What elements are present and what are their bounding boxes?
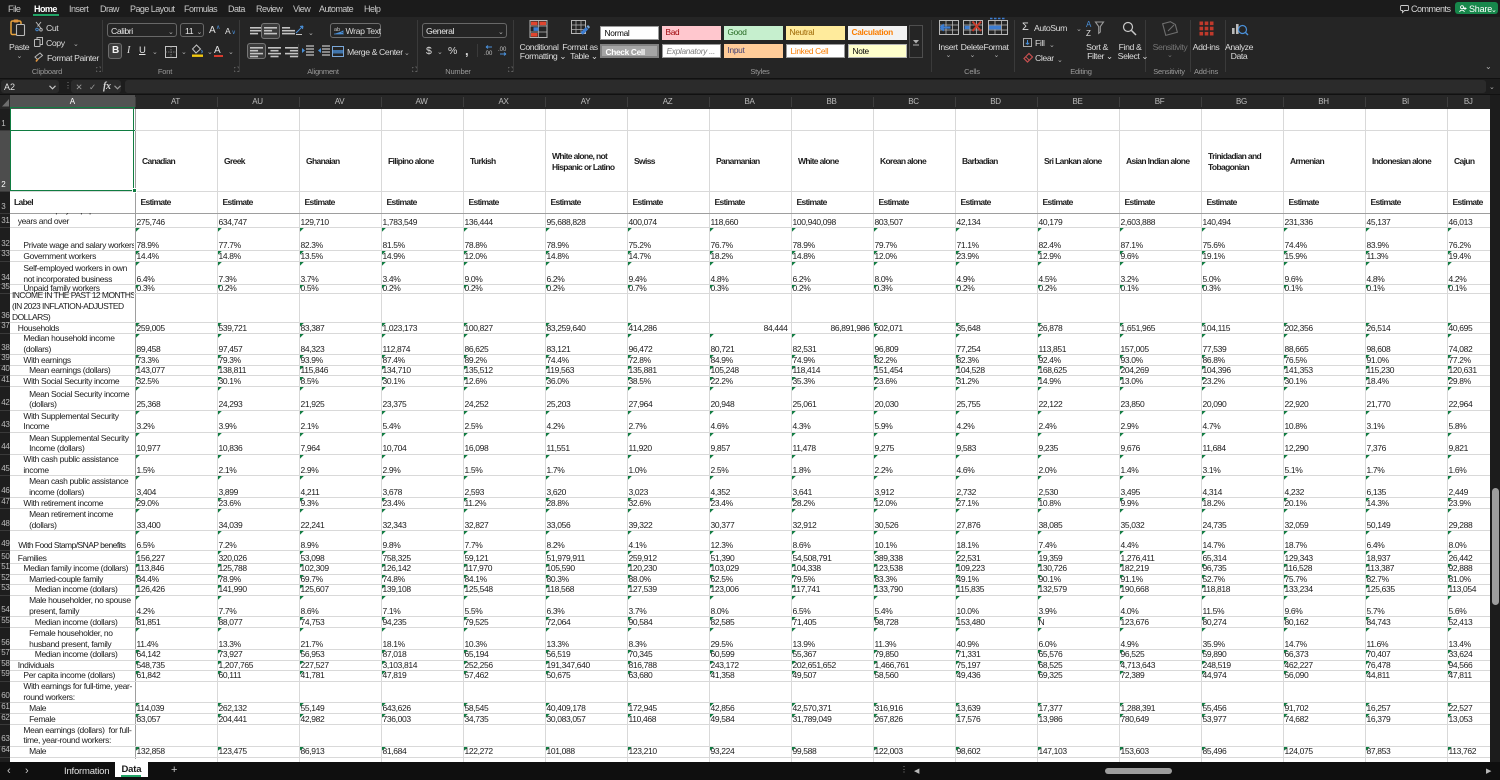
svg-text:ab: ab — [334, 27, 340, 33]
svg-text:A: A — [1086, 20, 1092, 29]
svg-text:Z: Z — [1086, 29, 1091, 38]
svg-text:.00: .00 — [484, 51, 493, 57]
